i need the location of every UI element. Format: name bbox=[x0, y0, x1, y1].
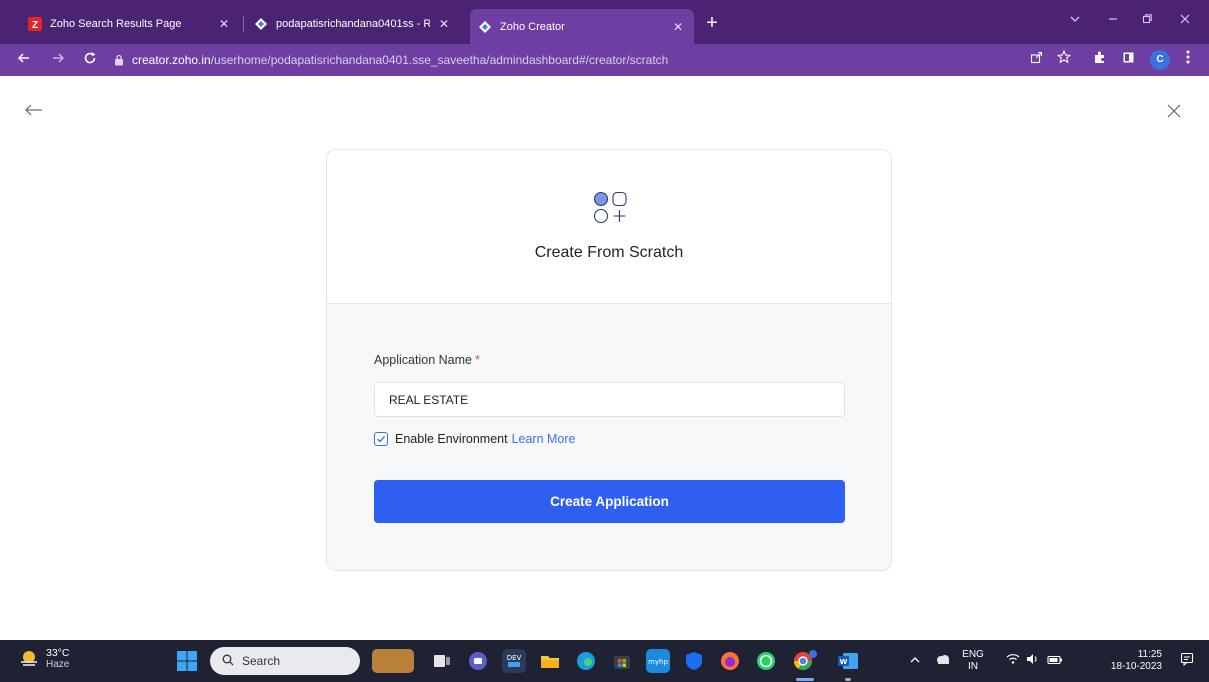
word-open-indicator bbox=[845, 678, 851, 681]
language-region: IN bbox=[968, 661, 978, 672]
weather-widget[interactable]: 33°C Haze bbox=[18, 647, 69, 671]
edge-browser-icon[interactable] bbox=[574, 649, 598, 673]
learn-more-link[interactable]: Learn More bbox=[512, 432, 576, 446]
battery-icon[interactable] bbox=[1046, 652, 1064, 670]
clock-date: 18-10-2023 bbox=[1110, 661, 1162, 672]
word-icon[interactable]: W bbox=[834, 649, 862, 673]
application-name-label: Application Name * bbox=[374, 353, 480, 367]
taskbar-search[interactable]: Search bbox=[210, 647, 360, 675]
enable-environment-label: Enable Environment bbox=[395, 432, 508, 446]
forward-icon[interactable] bbox=[48, 50, 68, 70]
zoho-z-icon: Z bbox=[28, 17, 42, 31]
lock-icon bbox=[112, 53, 126, 67]
new-tab-button[interactable]: + bbox=[700, 12, 724, 36]
shield-security-icon[interactable] bbox=[682, 649, 706, 673]
tab-close-icon[interactable]: ✕ bbox=[216, 17, 232, 31]
svg-text:Z: Z bbox=[32, 20, 38, 31]
enable-environment-row: Enable Environment Learn More bbox=[374, 432, 576, 446]
tab-podapati[interactable]: podapatisrichandana0401ss - Re ✕ bbox=[246, 10, 460, 38]
page-title: Create From Scratch bbox=[534, 244, 684, 261]
task-view-icon[interactable] bbox=[430, 649, 454, 673]
create-app-card: Create From Scratch Application Name* En… bbox=[326, 149, 892, 571]
create-application-button[interactable]: Create Application bbox=[374, 480, 845, 523]
browser-tab-bar: Z Zoho Search Results Page ✕ podapatisri… bbox=[0, 0, 1209, 44]
language-indicator[interactable]: ENG IN bbox=[960, 649, 986, 673]
svg-text:myhp: myhp bbox=[648, 658, 668, 666]
taskbar-search-label: Search bbox=[242, 654, 281, 668]
windows-start-icon[interactable] bbox=[176, 650, 198, 672]
file-explorer-icon[interactable] bbox=[538, 649, 562, 673]
show-hidden-icons-icon[interactable] bbox=[906, 652, 924, 670]
restore-icon[interactable] bbox=[1132, 10, 1162, 30]
windows-taskbar: 33°C Haze Search DEV myhp W ENG IN 11:25… bbox=[0, 640, 1209, 682]
reload-icon[interactable] bbox=[80, 50, 100, 70]
tab-separator bbox=[243, 16, 244, 32]
dev-app-icon[interactable]: DEV bbox=[502, 649, 526, 673]
close-icon[interactable] bbox=[1166, 103, 1186, 123]
search-icon bbox=[222, 654, 234, 669]
ms-store-icon[interactable] bbox=[610, 649, 634, 673]
close-window-icon[interactable] bbox=[1170, 10, 1200, 30]
side-panel-icon[interactable] bbox=[1118, 50, 1138, 70]
clock[interactable]: 11:25 18-10-2023 bbox=[1074, 649, 1162, 673]
svg-text:W: W bbox=[840, 658, 848, 666]
share-icon[interactable] bbox=[1026, 50, 1046, 70]
weather-temp: 33°C bbox=[46, 647, 70, 659]
profile-avatar[interactable]: C bbox=[1150, 50, 1170, 70]
tab-title: Zoho Creator bbox=[500, 20, 565, 33]
required-mark: * bbox=[474, 353, 480, 367]
language-code: ENG bbox=[962, 649, 984, 660]
address-bar[interactable]: creator.zoho.in/userhome/podapatisrichan… bbox=[112, 48, 1082, 72]
onedrive-cloud-icon[interactable] bbox=[934, 652, 952, 670]
field-label-text: Application Name bbox=[374, 353, 472, 367]
back-icon[interactable] bbox=[14, 50, 34, 70]
tab-zoho-search[interactable]: Z Zoho Search Results Page ✕ bbox=[20, 10, 240, 38]
zoho-creator-icon bbox=[254, 17, 268, 31]
tab-close-icon[interactable]: ✕ bbox=[436, 17, 452, 31]
volume-icon[interactable] bbox=[1024, 652, 1042, 670]
url-path: /userhome/podapatisrichandana0401.sse_sa… bbox=[210, 53, 669, 67]
back-arrow-icon[interactable] bbox=[24, 100, 44, 120]
teams-chat-icon[interactable] bbox=[466, 649, 490, 673]
cow-widget-icon[interactable] bbox=[372, 649, 414, 673]
weather-condition: Haze bbox=[46, 659, 70, 670]
browser-toolbar: creator.zoho.in/userhome/podapatisrichan… bbox=[0, 44, 1209, 76]
menu-kebab-icon[interactable] bbox=[1178, 50, 1198, 70]
firefox-icon[interactable] bbox=[718, 649, 742, 673]
notifications-icon[interactable] bbox=[1178, 652, 1196, 670]
url-host: creator.zoho.in bbox=[132, 53, 211, 67]
whatsapp-icon[interactable] bbox=[754, 649, 778, 673]
card-body: Application Name* Enable Environment Lea… bbox=[327, 304, 891, 570]
extensions-icon[interactable] bbox=[1090, 50, 1110, 70]
scratch-shapes-icon bbox=[591, 189, 629, 227]
clock-time: 11:25 bbox=[1137, 649, 1162, 660]
minimize-icon[interactable] bbox=[1098, 10, 1128, 30]
hp-app-icon[interactable]: myhp bbox=[646, 649, 670, 673]
enable-environment-checkbox[interactable] bbox=[374, 432, 388, 446]
tab-zoho-creator[interactable]: Zoho Creator ✕ bbox=[470, 9, 694, 44]
haze-sun-icon bbox=[18, 648, 40, 670]
card-header: Create From Scratch bbox=[327, 150, 891, 304]
zoho-creator-icon bbox=[478, 20, 492, 34]
tab-title: Zoho Search Results Page bbox=[50, 18, 182, 30]
bookmark-star-icon[interactable] bbox=[1054, 49, 1074, 70]
chrome-icon[interactable] bbox=[790, 649, 820, 673]
tab-search-icon[interactable] bbox=[1060, 10, 1090, 30]
tab-title: podapatisrichandana0401ss - Re bbox=[276, 18, 430, 30]
application-name-input[interactable] bbox=[374, 382, 845, 417]
wifi-icon[interactable] bbox=[1004, 652, 1022, 670]
tab-close-icon[interactable]: ✕ bbox=[670, 20, 686, 34]
chrome-active-indicator bbox=[796, 678, 814, 681]
svg-text:DEV: DEV bbox=[507, 654, 522, 662]
